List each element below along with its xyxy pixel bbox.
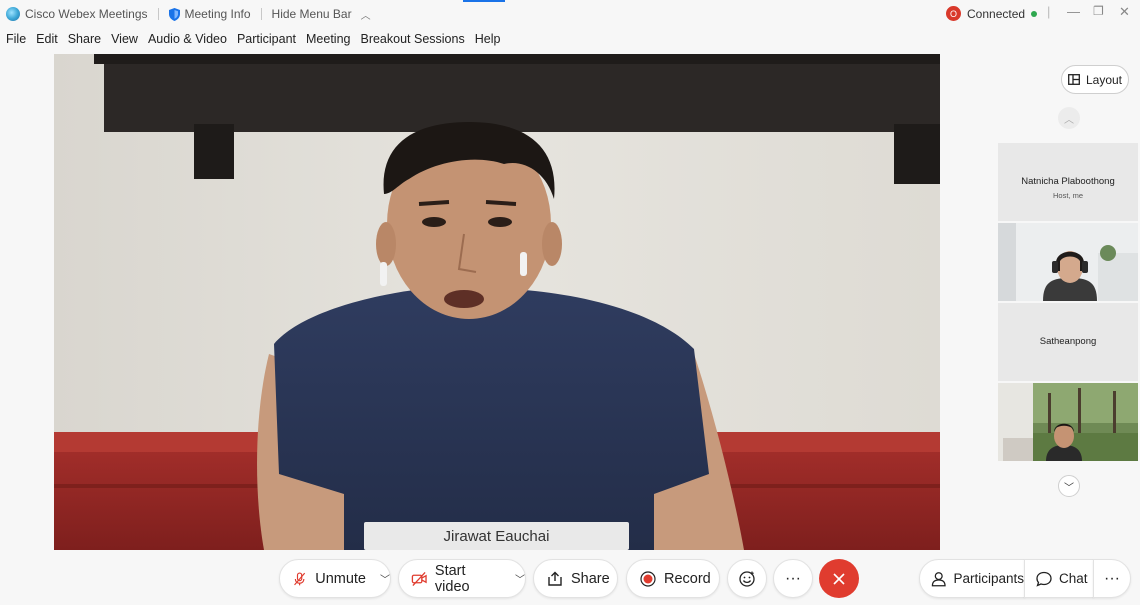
hide-menu-bar-label: Hide Menu Bar	[271, 7, 352, 21]
leave-meeting-button[interactable]	[819, 559, 859, 598]
person-icon	[931, 571, 946, 586]
scroll-up-button[interactable]: ︿	[1058, 107, 1080, 129]
chevron-up-icon: ︿	[1064, 114, 1074, 126]
minimize-icon[interactable]: —	[1067, 4, 1080, 19]
participant-video-image	[998, 383, 1138, 461]
participant-video-tile[interactable]	[998, 223, 1138, 301]
divider: |	[1047, 4, 1051, 19]
connection-label: Connected	[967, 6, 1026, 21]
speaker-video-image	[54, 54, 940, 550]
chevron-up-icon: ︿	[360, 10, 371, 22]
reactions-button[interactable]	[727, 559, 767, 598]
menu-help[interactable]: Help	[470, 30, 506, 50]
participant-tile[interactable]: Satheanpong	[998, 303, 1138, 381]
shield-icon	[168, 7, 180, 21]
participant-video-image	[998, 223, 1138, 301]
record-icon	[640, 570, 656, 587]
video-off-icon	[411, 571, 427, 586]
participant-tile[interactable]: Natnicha Plaboothong Host, me	[998, 143, 1138, 221]
restore-icon[interactable]: ❐	[1093, 4, 1104, 18]
layout-button[interactable]: Layout	[1061, 65, 1129, 94]
layout-label: Layout	[1085, 72, 1123, 87]
more-icon: ···	[785, 569, 801, 587]
more-icon: ···	[1104, 569, 1120, 587]
unmute-label: Unmute	[315, 570, 366, 587]
start-video-label: Start video	[434, 562, 470, 595]
share-label: Share	[571, 570, 610, 587]
window-accent	[463, 0, 505, 2]
panel-overflow-button[interactable]: ···	[1093, 559, 1131, 598]
share-button[interactable]: Share	[533, 559, 618, 598]
divider	[157, 8, 159, 20]
menu-bar: File Edit Share View Audio & Video Parti…	[0, 30, 505, 50]
meeting-info-label: Meeting Info	[184, 7, 251, 21]
chat-button[interactable]: Chat	[1024, 559, 1094, 598]
menu-meeting[interactable]: Meeting	[301, 30, 355, 50]
chevron-down-icon[interactable]: ﹀	[515, 571, 525, 586]
active-speaker-video	[54, 54, 940, 550]
close-icon[interactable]: ✕	[1119, 4, 1130, 20]
menu-breakout-sessions[interactable]: Breakout Sessions	[355, 30, 469, 50]
menu-view[interactable]: View	[106, 30, 143, 50]
webex-logo-icon	[6, 7, 20, 21]
menu-participant[interactable]: Participant	[232, 30, 301, 50]
participants-button[interactable]: Participants	[919, 559, 1025, 598]
connected-dot-icon	[1031, 10, 1038, 17]
record-label: Record	[664, 570, 711, 587]
participants-label: Participants	[953, 571, 1024, 586]
layout-icon	[1068, 74, 1080, 85]
divider	[260, 8, 262, 20]
scroll-down-button[interactable]: ﹀	[1058, 475, 1080, 497]
participant-name: Satheanpong	[1039, 336, 1097, 347]
menu-file[interactable]: File	[0, 30, 31, 50]
muted-microphone-icon	[294, 571, 306, 585]
speaker-name-label: Jirawat Eauchai	[364, 522, 629, 550]
connection-status[interactable]: O Connected	[946, 6, 1038, 21]
participant-video-tile[interactable]	[998, 383, 1138, 461]
app-name: Cisco Webex Meetings	[25, 7, 148, 21]
more-options-button[interactable]: ···	[773, 559, 813, 598]
menu-share[interactable]: Share	[63, 30, 106, 50]
participant-name: Natnicha Plaboothong	[1021, 176, 1115, 187]
start-video-button[interactable]: Start video ﹀	[398, 559, 526, 598]
close-icon	[833, 572, 845, 585]
participant-role: Host, me	[1052, 191, 1083, 200]
chevron-down-icon: ﹀	[1064, 482, 1074, 494]
record-button[interactable]: Record	[626, 559, 720, 598]
hide-menu-bar-button[interactable]: Hide Menu Bar ︿	[272, 7, 371, 22]
chevron-down-icon[interactable]: ﹀	[380, 571, 390, 586]
chat-label: Chat	[1059, 571, 1088, 586]
app-title: Cisco Webex Meetings	[0, 7, 148, 21]
smiley-icon	[739, 570, 755, 587]
unmute-button[interactable]: Unmute ﹀	[279, 559, 391, 598]
menu-edit[interactable]: Edit	[31, 30, 63, 50]
meeting-info-button[interactable]: Meeting Info	[168, 7, 251, 21]
share-icon	[548, 571, 562, 586]
menu-audio-video[interactable]: Audio & Video	[143, 30, 232, 50]
chat-bubble-icon	[1036, 571, 1052, 587]
record-status-badge: O	[946, 6, 961, 21]
